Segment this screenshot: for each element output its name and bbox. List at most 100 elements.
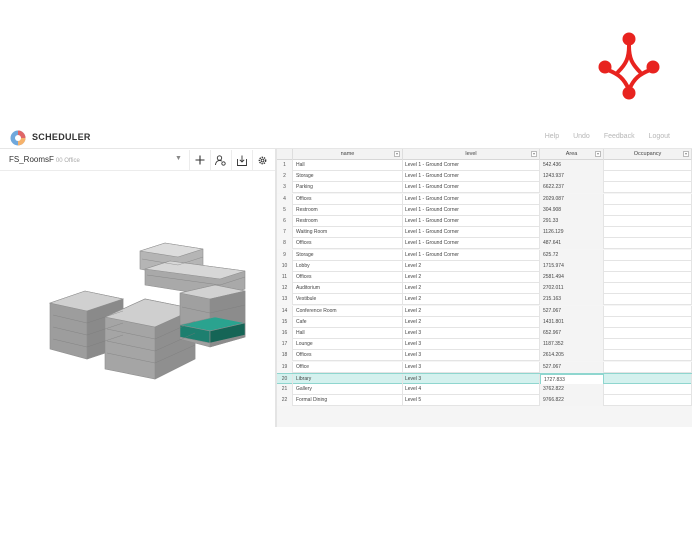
table-row[interactable]: 4 Offices Level 1 - Ground Corner 2029.087: [277, 193, 692, 205]
cell-name[interactable]: Offices: [293, 350, 403, 362]
cell-occupancy[interactable]: [604, 171, 692, 183]
cell-level[interactable]: Level 1 - Ground Corner: [403, 193, 540, 205]
cell-area[interactable]: 2702.011: [540, 283, 604, 295]
cell-level[interactable]: Level 3: [403, 350, 540, 362]
cell-name[interactable]: Restroom: [293, 216, 403, 227]
cell-area[interactable]: 1187.352: [540, 339, 604, 351]
cell-area[interactable]: 1715.974: [540, 260, 604, 272]
table-row[interactable]: 17 Lounge Level 3 1187.352: [277, 339, 692, 351]
cell-occupancy[interactable]: [604, 216, 692, 227]
cell-name[interactable]: Auditorium: [293, 283, 403, 295]
cell-level[interactable]: Level 1 - Ground Corner: [403, 238, 540, 250]
column-header-area[interactable]: Area ▾: [540, 149, 604, 160]
cell-name[interactable]: Cafe: [293, 316, 403, 328]
cell-name[interactable]: Hall: [293, 160, 403, 171]
cell-occupancy[interactable]: [604, 204, 692, 216]
settings-button[interactable]: [252, 150, 272, 170]
cell-name[interactable]: Offices: [293, 238, 403, 250]
cell-area[interactable]: 215.163: [540, 294, 604, 306]
cell-area[interactable]: 2614.205: [540, 350, 604, 362]
cell-occupancy[interactable]: [604, 361, 692, 373]
cell-occupancy[interactable]: [604, 328, 692, 339]
cell-occupancy[interactable]: [604, 272, 692, 283]
cell-name[interactable]: Waiting Room: [293, 227, 403, 239]
table-row[interactable]: 3 Parking Level 1 - Ground Corner 6622.237: [277, 182, 692, 194]
nav-logout[interactable]: Logout: [649, 133, 670, 140]
cell-occupancy[interactable]: [604, 395, 692, 407]
cell-level[interactable]: Level 1 - Ground Corner: [403, 182, 540, 194]
cell-name[interactable]: Restroom: [293, 204, 403, 216]
cell-area[interactable]: 542.436: [540, 160, 604, 171]
chevron-down-icon[interactable]: ▼: [175, 155, 182, 162]
nav-undo[interactable]: Undo: [573, 133, 590, 140]
cell-occupancy[interactable]: [604, 350, 692, 362]
table-row[interactable]: 22 Formal Dining Level 5 9766.822: [277, 395, 692, 407]
cell-occupancy[interactable]: [604, 339, 692, 351]
cell-area[interactable]: 6622.237: [540, 182, 604, 194]
column-menu-icon[interactable]: ▾: [595, 151, 601, 157]
cell-level[interactable]: Level 1 - Ground Corner: [403, 216, 540, 227]
cell-occupancy[interactable]: [604, 160, 692, 171]
cell-level[interactable]: Level 2: [403, 272, 540, 283]
cell-area[interactable]: 2581.494: [540, 272, 604, 283]
cell-name[interactable]: Vestibule: [293, 294, 403, 306]
table-row[interactable]: 16 Hall Level 3 652.967: [277, 328, 692, 339]
table-row[interactable]: 14 Conference Room Level 2 527.067: [277, 305, 692, 317]
table-row[interactable]: 9 Storage Level 1 - Ground Corner 625.72: [277, 249, 692, 261]
cell-level[interactable]: Level 1 - Ground Corner: [403, 227, 540, 239]
cell-name[interactable]: Offices: [293, 193, 403, 205]
table-row[interactable]: 12 Auditorium Level 2 2702.011: [277, 283, 692, 295]
cell-level[interactable]: Level 3: [403, 361, 540, 373]
cell-area[interactable]: 652.967: [540, 328, 604, 339]
table-row[interactable]: 20 Library Level 3 1727.833: [277, 372, 692, 385]
table-row[interactable]: 13 Vestibule Level 2 215.163: [277, 294, 692, 306]
cell-area[interactable]: 2029.087: [540, 193, 604, 205]
cell-name[interactable]: Storage: [293, 249, 403, 261]
cell-name[interactable]: Parking: [293, 182, 403, 194]
table-row[interactable]: 1 Hall Level 1 - Ground Corner 542.436: [277, 160, 692, 171]
cell-name[interactable]: Conference Room: [293, 305, 403, 317]
cell-level[interactable]: Level 2: [403, 294, 540, 306]
cell-area[interactable]: 304.908: [540, 204, 604, 216]
cell-area[interactable]: 1126.129: [540, 227, 604, 239]
cell-level[interactable]: Level 2: [403, 305, 540, 317]
table-row[interactable]: 15 Cafe Level 2 1431.801: [277, 316, 692, 328]
cell-area[interactable]: 625.72: [540, 249, 604, 261]
cell-level[interactable]: Level 3: [403, 328, 540, 339]
file-selector[interactable]: FS_RoomsF 00 Office: [9, 155, 80, 164]
cell-level[interactable]: Level 5: [403, 395, 540, 407]
cell-level[interactable]: Level 2: [403, 283, 540, 295]
cell-name[interactable]: Storage: [293, 171, 403, 183]
cell-occupancy[interactable]: [604, 294, 692, 306]
column-menu-icon[interactable]: ▾: [531, 151, 537, 157]
cell-area[interactable]: 527.067: [540, 361, 604, 373]
cell-area[interactable]: 1243.937: [540, 171, 604, 183]
cell-occupancy[interactable]: [604, 238, 692, 250]
cell-area[interactable]: 291.33: [540, 216, 604, 227]
cell-occupancy[interactable]: [604, 249, 692, 261]
cell-name[interactable]: Offices: [293, 272, 403, 283]
cell-level[interactable]: Level 2: [403, 260, 540, 272]
cell-level[interactable]: Level 1 - Ground Corner: [403, 249, 540, 261]
table-row[interactable]: 11 Offices Level 2 2581.494: [277, 272, 692, 283]
cell-occupancy[interactable]: [604, 384, 692, 395]
table-row[interactable]: 2 Storage Level 1 - Ground Corner 1243.937: [277, 171, 692, 183]
table-row[interactable]: 7 Waiting Room Level 1 - Ground Corner 1126…: [277, 227, 692, 239]
cell-level[interactable]: Level 2: [403, 316, 540, 328]
column-header-occupancy[interactable]: Occupancy ▾: [604, 149, 692, 160]
table-row[interactable]: 10 Lobby Level 2 1715.974: [277, 260, 692, 272]
add-button[interactable]: [189, 150, 209, 170]
cell-name[interactable]: Hall: [293, 328, 403, 339]
cell-occupancy[interactable]: [604, 316, 692, 328]
cell-area[interactable]: 3762.822: [540, 384, 604, 395]
cell-occupancy[interactable]: [604, 193, 692, 205]
cell-level[interactable]: Level 1 - Ground Corner: [403, 204, 540, 216]
cell-occupancy[interactable]: [604, 283, 692, 295]
cell-name[interactable]: Gallery: [293, 384, 403, 395]
table-row[interactable]: 21 Gallery Level 4 3762.822: [277, 384, 692, 395]
download-button[interactable]: [231, 150, 251, 170]
cell-occupancy[interactable]: [604, 182, 692, 194]
cell-area[interactable]: 9766.822: [540, 395, 604, 407]
cell-area[interactable]: 1431.801: [540, 316, 604, 328]
cell-name[interactable]: Lounge: [293, 339, 403, 351]
